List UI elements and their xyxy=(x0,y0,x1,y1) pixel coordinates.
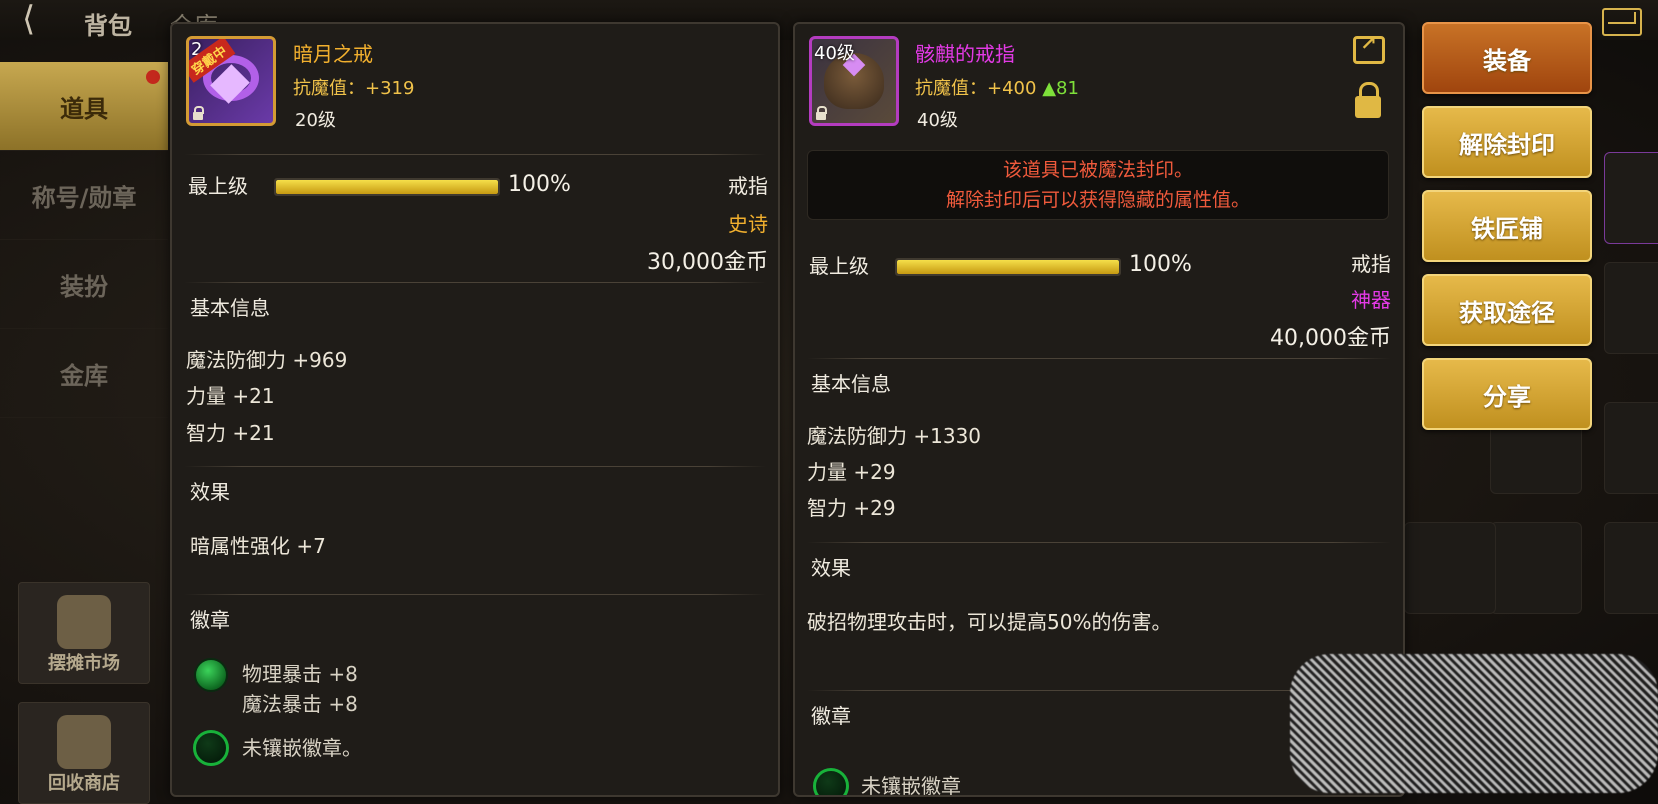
upgrade-label: 最上级 xyxy=(188,174,248,198)
upgrade-percent: 100% xyxy=(1129,252,1192,277)
badge-line: 物理暴击 +8 xyxy=(242,662,358,686)
inventory-slot[interactable] xyxy=(1604,402,1658,494)
sidebar-item-titles[interactable]: 称号/勋章 xyxy=(0,151,168,240)
lock-icon[interactable] xyxy=(1355,82,1381,118)
basic-info-title: 基本信息 xyxy=(811,372,891,396)
sealed-line: 该道具已被魔法封印。 xyxy=(1002,159,1193,181)
item-rarity: 神器 xyxy=(1351,288,1391,312)
inventory-slot[interactable] xyxy=(1490,522,1582,614)
share-icon[interactable] xyxy=(1353,31,1385,64)
obtain-route-button[interactable]: 获取途径 xyxy=(1422,274,1592,346)
sidebar-item-avatar[interactable]: 装扮 xyxy=(0,240,168,329)
item-rarity: 史诗 xyxy=(728,212,768,236)
effect-title: 效果 xyxy=(811,556,851,580)
item-icon: 2 穿戴中 xyxy=(186,36,276,126)
shop-tile[interactable]: 回收商店 xyxy=(18,702,150,804)
upgrade-bar xyxy=(895,258,1121,276)
sidebar-item-label: 称号/勋章 xyxy=(31,183,137,212)
sidebar: 道具 称号/勋章 装扮 金库 xyxy=(0,62,168,418)
watermark-noise xyxy=(1290,654,1658,793)
badge-socket-filled-icon[interactable] xyxy=(194,658,228,692)
badge-line: 未镶嵌徽章。 xyxy=(242,736,362,760)
lock-icon xyxy=(193,106,204,120)
market-icon xyxy=(57,595,111,649)
item-name: 暗月之戒 xyxy=(293,42,373,66)
item-type: 戒指 xyxy=(1351,252,1391,276)
upgrade-percent: 100% xyxy=(508,172,571,197)
upgrade-label: 最上级 xyxy=(809,254,869,278)
shop-icon xyxy=(57,715,111,769)
stat-line: 魔法防御力 +969 xyxy=(186,348,348,372)
shop-label: 回收商店 xyxy=(48,773,120,794)
item-icon: 40级 xyxy=(809,36,899,126)
equipped-item-panel: 2 穿戴中 暗月之戒 抗魔值：+319 20级 最上级 100% 戒指 史诗 3… xyxy=(170,22,780,797)
badge-title: 徽章 xyxy=(190,608,230,632)
sealed-line: 解除封印后可以获得隐藏的属性值。 xyxy=(945,189,1250,211)
resist-delta: ▲81 xyxy=(1042,78,1079,99)
page-title[interactable]: 背包 xyxy=(84,6,132,41)
lock-icon xyxy=(816,106,827,120)
badge-title: 徽章 xyxy=(811,704,851,728)
item-type: 戒指 xyxy=(728,174,768,198)
stat-line: 智力 +29 xyxy=(807,496,896,520)
item-price: 30,000金币 xyxy=(647,250,768,275)
stat-line: 力量 +21 xyxy=(186,384,275,408)
inventory-slot[interactable] xyxy=(1604,522,1658,614)
divider xyxy=(807,542,1391,543)
sidebar-item-vault[interactable]: 金库 xyxy=(0,329,168,418)
upgrade-bar xyxy=(274,178,500,196)
sidebar-item-items[interactable]: 道具 xyxy=(0,62,168,151)
share-button[interactable]: 分享 xyxy=(1422,358,1592,430)
stat-line: 智力 +21 xyxy=(186,421,275,445)
upgrade-bar-fill xyxy=(897,260,1119,274)
resist-label: 抗魔值： xyxy=(293,78,365,99)
sealed-notice: 该道具已被魔法封印。 解除封印后可以获得隐藏的属性值。 xyxy=(807,150,1389,220)
item-name: 骸麒的戒指 xyxy=(915,42,1015,66)
effect-line: 破招物理攻击时，可以提高50%的伤害。 xyxy=(807,610,1172,634)
icon-level: 40级 xyxy=(814,43,855,64)
resist-value: +319 xyxy=(365,78,415,99)
basic-info-title: 基本信息 xyxy=(190,296,270,320)
upgrade-bar-fill xyxy=(276,180,498,194)
market-tile[interactable]: 摆摊市场 xyxy=(18,582,150,684)
badge-line: 魔法暴击 +8 xyxy=(242,692,358,716)
sidebar-item-label: 金库 xyxy=(60,361,108,390)
divider xyxy=(184,154,766,155)
back-arrow-icon[interactable]: ⟨ xyxy=(22,2,35,36)
item-price: 40,000金币 xyxy=(1270,326,1391,351)
inventory-slot[interactable] xyxy=(1604,262,1658,354)
divider xyxy=(184,466,766,467)
stat-line: 魔法防御力 +1330 xyxy=(807,424,982,448)
stat-line: 力量 +29 xyxy=(807,460,896,484)
badge-socket-empty-icon[interactable] xyxy=(193,730,229,766)
equip-button[interactable]: 装备 xyxy=(1422,22,1592,94)
inventory-slot[interactable] xyxy=(1604,152,1658,244)
inventory-slot[interactable] xyxy=(1404,522,1496,614)
resist-line: 抗魔值：+400 ▲81 xyxy=(915,74,1079,100)
divider xyxy=(184,282,766,283)
resist-value: +400 xyxy=(987,78,1037,99)
resist-line: 抗魔值：+319 xyxy=(293,74,414,100)
effect-title: 效果 xyxy=(190,480,230,504)
sidebar-item-label: 道具 xyxy=(60,94,108,123)
unseal-button[interactable]: 解除封印 xyxy=(1422,106,1592,178)
effect-line: 暗属性强化 +7 xyxy=(190,534,326,558)
mail-icon[interactable] xyxy=(1602,8,1642,36)
divider xyxy=(184,594,766,595)
blacksmith-button[interactable]: 铁匠铺 xyxy=(1422,190,1592,262)
notification-dot xyxy=(146,70,160,84)
item-level: 20级 xyxy=(295,110,336,131)
resist-label: 抗魔值： xyxy=(915,78,987,99)
market-label: 摆摊市场 xyxy=(48,653,120,674)
item-level: 40级 xyxy=(917,110,958,131)
divider xyxy=(807,358,1391,359)
sidebar-item-label: 装扮 xyxy=(60,272,108,301)
